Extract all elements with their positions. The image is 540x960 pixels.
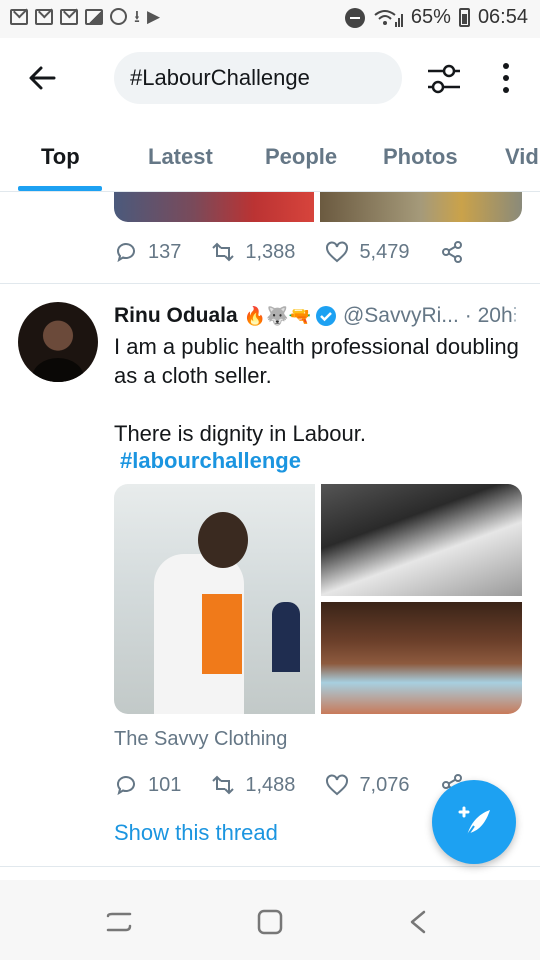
reply-icon xyxy=(117,243,135,263)
clock: 06:54 xyxy=(477,6,528,28)
media-photo[interactable] xyxy=(114,484,315,714)
next-tweet-peek xyxy=(0,866,540,888)
compose-feather-icon xyxy=(458,806,490,837)
author-name[interactable]: Rinu Oduala xyxy=(114,304,238,328)
tweet-header: Rinu Oduala 🔥🐺🔫 @SavvyRi... · 20h ⋮ xyxy=(114,300,524,332)
tweet-media-grid xyxy=(114,484,522,714)
home-icon[interactable] xyxy=(255,908,285,936)
image-icon xyxy=(85,8,103,25)
retweet-button[interactable]: 1,488 xyxy=(211,773,295,797)
previous-tweet-actions: 137 1,388 5,479 xyxy=(114,240,494,264)
more-icon[interactable] xyxy=(496,60,516,98)
media-photo[interactable] xyxy=(321,602,522,714)
back-arrow-icon[interactable] xyxy=(24,60,60,96)
download-icon: ⭳ xyxy=(134,6,140,26)
verified-badge-icon xyxy=(315,306,336,326)
tab-latest[interactable]: Latest xyxy=(148,144,213,170)
share-icon xyxy=(441,241,462,263)
mail-icon xyxy=(10,8,28,25)
active-tab-indicator xyxy=(18,186,102,191)
reply-button[interactable]: 137 xyxy=(114,240,181,264)
tab-top[interactable]: Top xyxy=(41,144,80,170)
retweet-icon xyxy=(212,775,235,795)
system-navigation-bar xyxy=(0,880,540,960)
hashtag-link[interactable]: #labourchallenge xyxy=(120,448,301,474)
battery-level: 65% xyxy=(410,6,451,28)
wifi-signal-icon xyxy=(374,9,403,27)
retweet-button[interactable]: 1,388 xyxy=(211,240,295,264)
reply-count: 137 xyxy=(148,240,182,263)
like-count: 7,076 xyxy=(359,773,410,796)
do-not-disturb-icon xyxy=(344,7,365,28)
mail-icon xyxy=(35,8,53,25)
like-button[interactable]: 5,479 xyxy=(325,240,410,264)
tweet-text: I am a public health professional doubli… xyxy=(114,334,519,446)
search-input[interactable]: #LabourChallenge xyxy=(114,52,402,104)
retweet-count: 1,488 xyxy=(245,773,296,796)
tweet-source[interactable]: The Savvy Clothing xyxy=(114,728,287,751)
tweet-divider xyxy=(0,283,540,284)
retweet-icon xyxy=(212,242,235,262)
author-handle[interactable]: @SavvyRi... xyxy=(343,304,459,328)
media-photo[interactable] xyxy=(320,192,522,222)
photo-detail xyxy=(272,602,300,672)
tweet-actions: 101 1,488 7,076 xyxy=(114,773,494,797)
tab-people[interactable]: People xyxy=(265,144,337,170)
reply-count: 101 xyxy=(148,773,182,796)
show-thread-link[interactable]: Show this thread xyxy=(114,820,278,846)
heart-icon xyxy=(326,241,349,263)
play-icon: ▶ xyxy=(146,6,161,26)
dnd-icon xyxy=(110,8,127,25)
avatar[interactable] xyxy=(18,302,98,382)
retweet-count: 1,388 xyxy=(245,240,296,263)
mail-icon xyxy=(60,8,78,25)
back-nav-icon[interactable] xyxy=(404,908,434,936)
battery-icon xyxy=(458,8,470,27)
reply-icon xyxy=(117,776,135,796)
media-photo[interactable] xyxy=(114,192,314,222)
tab-videos[interactable]: Vid xyxy=(505,144,539,170)
compose-tweet-button[interactable] xyxy=(432,780,516,864)
tab-photos[interactable]: Photos xyxy=(383,144,458,170)
status-bar: ⭳ ▶ 65% 06:54 xyxy=(0,0,540,38)
photo-detail xyxy=(198,512,248,568)
search-header: #LabourChallenge xyxy=(0,38,540,122)
notification-icons: ⭳ ▶ xyxy=(10,8,160,25)
like-count: 5,479 xyxy=(359,240,410,263)
like-button[interactable]: 7,076 xyxy=(325,773,410,797)
filter-icon[interactable] xyxy=(424,60,464,98)
name-emoji: 🔥🐺🔫 xyxy=(243,305,311,326)
tweet-menu-icon[interactable]: ⋮ xyxy=(506,304,524,325)
reply-button[interactable]: 101 xyxy=(114,773,181,797)
search-tabs: Top Latest People Photos Vid xyxy=(0,122,540,192)
recent-apps-icon[interactable] xyxy=(104,908,134,936)
photo-detail xyxy=(202,594,242,674)
previous-tweet-media[interactable] xyxy=(114,192,522,222)
media-photo[interactable] xyxy=(321,484,522,596)
system-status: 65% 06:54 xyxy=(344,6,528,29)
share-button[interactable] xyxy=(440,240,464,264)
heart-icon xyxy=(326,774,349,796)
